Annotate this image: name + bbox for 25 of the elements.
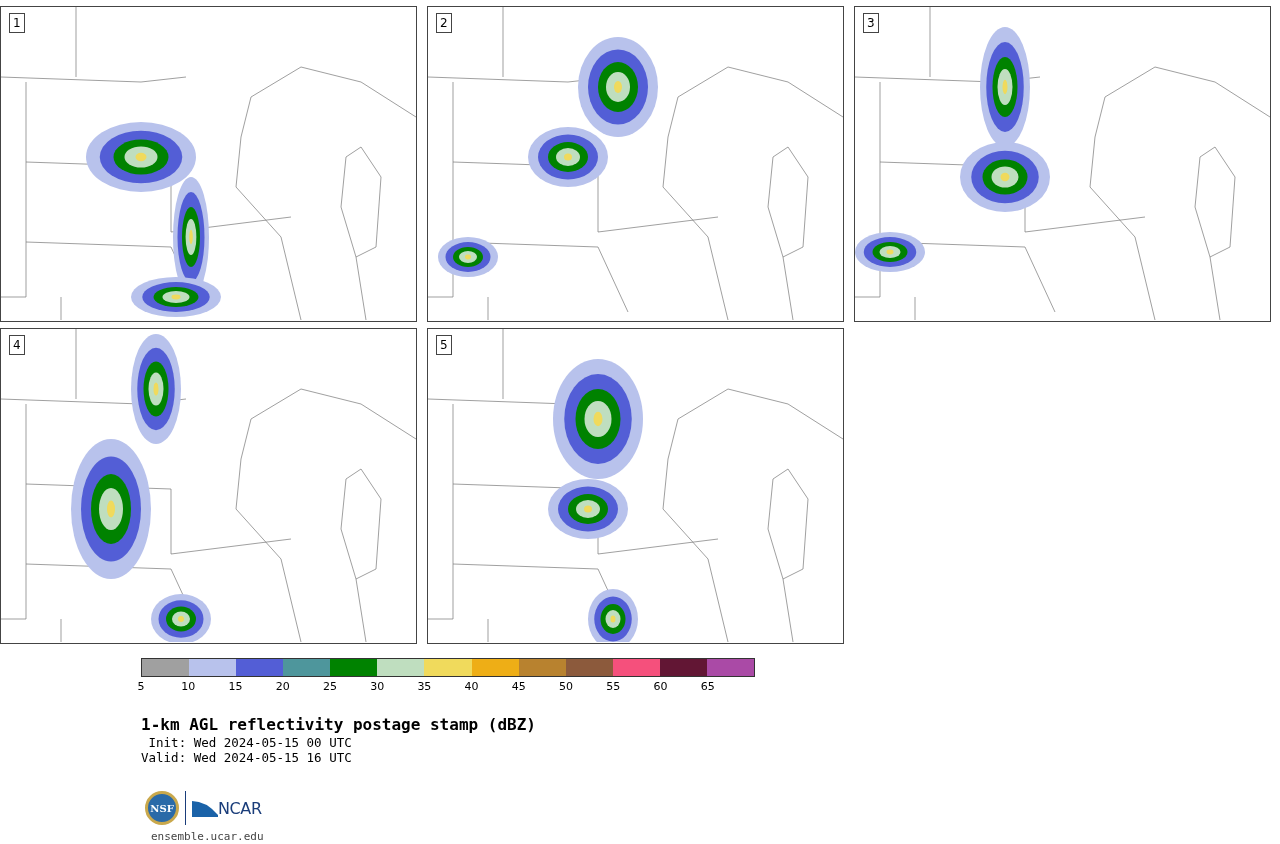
ncar-logo: NCAR (192, 799, 262, 817)
panel-number: 5 (436, 335, 452, 355)
tick-label: 10 (181, 681, 196, 693)
tick-label: 35 (417, 681, 432, 693)
panel-number: 3 (863, 13, 879, 33)
tick-label: 65 (700, 681, 715, 693)
tick-label: 20 (275, 681, 290, 693)
init-time: Init: Wed 2024-05-15 00 UTC (147, 735, 353, 750)
tick-label: 60 (653, 681, 668, 693)
tick-label: 30 (370, 681, 385, 693)
ncar-swoosh-icon (192, 799, 218, 817)
valid-time: Valid: Wed 2024-05-15 16 UTC (141, 750, 353, 765)
panel-number: 1 (9, 13, 25, 33)
panel-number: 4 (9, 335, 25, 355)
tick-label: 40 (464, 681, 479, 693)
tick-label: 15 (228, 681, 243, 693)
nsf-logo: NSF (145, 791, 179, 825)
tick-label: 55 (606, 681, 621, 693)
tick-label: 25 (322, 681, 337, 693)
tick-label: 5 (137, 681, 145, 693)
site-url: ensemble.ucar.edu (151, 829, 265, 844)
chart-title: 1-km AGL reflectivity postage stamp (dBZ) (141, 715, 537, 735)
panel-number: 2 (436, 13, 452, 33)
tick-label: 50 (559, 681, 574, 693)
tick-label: 45 (511, 681, 526, 693)
